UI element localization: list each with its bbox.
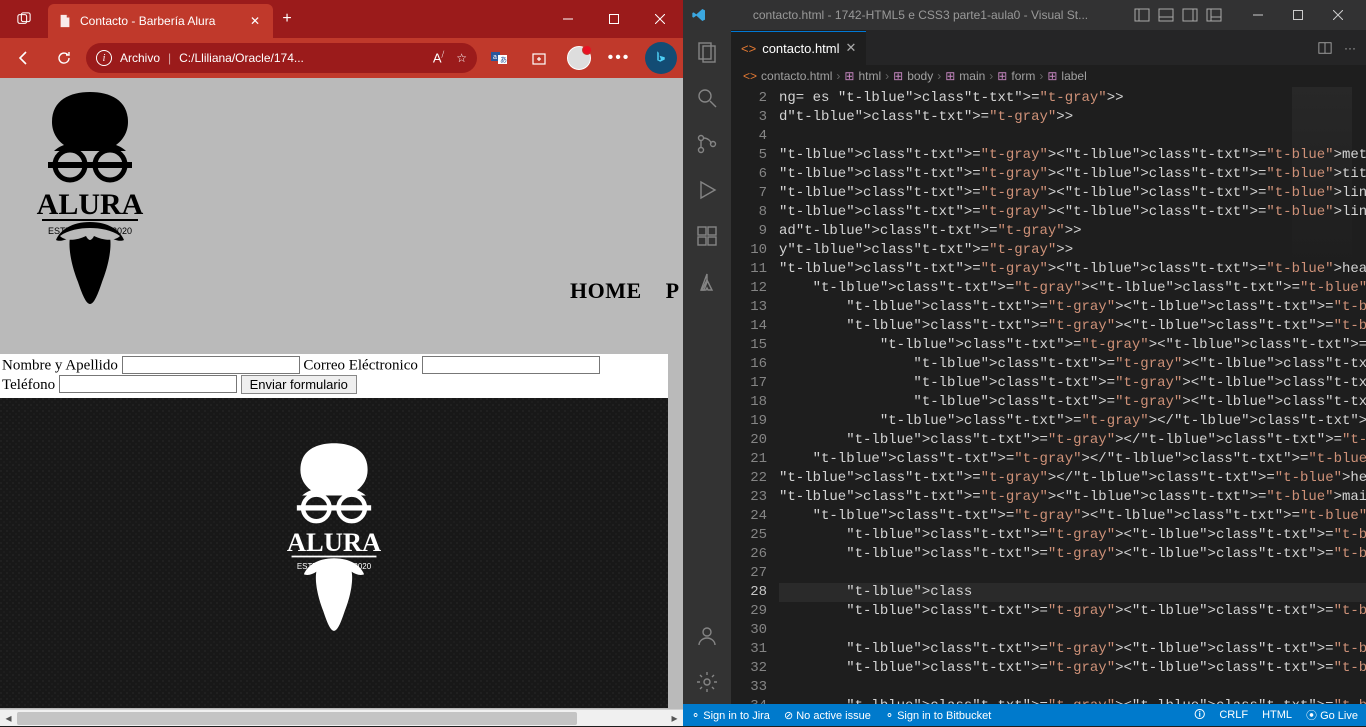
run-debug-icon[interactable] bbox=[695, 178, 719, 202]
tab-actions-button[interactable] bbox=[0, 0, 48, 38]
vscode-icon bbox=[691, 7, 707, 23]
editor-area: <> contacto.html ✕ ··· <>contacto.html› … bbox=[731, 30, 1366, 704]
svg-text:ALURA: ALURA bbox=[287, 527, 381, 557]
tab-close-icon[interactable]: ✕ bbox=[846, 40, 857, 56]
source-control-icon[interactable] bbox=[695, 132, 719, 156]
svg-text:ALURA: ALURA bbox=[37, 188, 144, 221]
layout-icon[interactable] bbox=[1206, 7, 1222, 23]
split-editor-icon[interactable] bbox=[1318, 41, 1332, 55]
maximize-button[interactable] bbox=[1278, 0, 1318, 30]
back-button[interactable] bbox=[6, 42, 42, 74]
minimize-button[interactable] bbox=[545, 0, 591, 38]
reading-mode-icon[interactable]: A⧸ bbox=[433, 50, 444, 65]
label-name: Nombre y Apellido bbox=[2, 358, 118, 374]
code-editor[interactable]: 2345678910111213141516171819202122232425… bbox=[731, 87, 1366, 704]
scroll-track[interactable] bbox=[17, 710, 666, 727]
new-tab-button[interactable]: + bbox=[273, 10, 301, 28]
close-button[interactable] bbox=[637, 0, 683, 38]
breadcrumb[interactable]: <>contacto.html› ⊞html› ⊞body› ⊞main› ⊞f… bbox=[731, 65, 1366, 87]
status-crlf[interactable]: CRLF bbox=[1219, 709, 1248, 721]
status-bar: ⚬ Sign in to Jira ⊘ No active issue ⚬ Si… bbox=[683, 704, 1366, 726]
input-name[interactable] bbox=[122, 356, 300, 374]
alura-logo-black: ALURA ESTD 2020 bbox=[20, 86, 160, 346]
page-nav: HOME P bbox=[570, 278, 683, 304]
collections-icon[interactable] bbox=[521, 42, 557, 74]
nav-products-partial[interactable]: P bbox=[666, 278, 680, 303]
status-bitbucket[interactable]: ⚬ Sign in to Bitbucket bbox=[885, 709, 991, 722]
activity-bar bbox=[683, 30, 731, 704]
html-file-icon: <> bbox=[741, 41, 756, 56]
label-email: Correo Eléctronico bbox=[303, 358, 418, 374]
page-viewport[interactable]: ALURA ESTD 2020 HOME P Nombre y Apellido bbox=[0, 78, 683, 709]
addr-path: C:/Lliliana/Oracle/174... bbox=[179, 51, 304, 65]
vscode-titlebar: contacto.html - 1742-HTML5 e CSS3 parte1… bbox=[683, 0, 1366, 30]
minimize-button[interactable] bbox=[1238, 0, 1278, 30]
translate-icon[interactable]: aあ bbox=[481, 42, 517, 74]
submit-button[interactable] bbox=[241, 375, 357, 394]
scroll-right-button[interactable]: ▸ bbox=[666, 710, 683, 727]
refresh-button[interactable] bbox=[46, 42, 82, 74]
search-icon[interactable] bbox=[695, 86, 719, 110]
edge-browser-window: Contacto - Barbería Alura ✕ + i Archivo … bbox=[0, 0, 683, 726]
vscode-window-controls bbox=[1238, 0, 1358, 30]
tab-title: Contacto - Barbería Alura bbox=[80, 14, 239, 28]
svg-text:あ: あ bbox=[500, 56, 507, 64]
bing-chat-button[interactable] bbox=[645, 42, 677, 74]
status-notifications-icon[interactable]: 🛈 bbox=[1194, 706, 1205, 725]
panel-right-icon[interactable] bbox=[1182, 7, 1198, 23]
window-controls bbox=[545, 0, 683, 38]
address-bar[interactable]: i Archivo | C:/Lliliana/Oracle/174... A⧸… bbox=[86, 43, 477, 73]
more-actions-icon[interactable]: ··· bbox=[1344, 41, 1356, 55]
editor-tab-contacto[interactable]: <> contacto.html ✕ bbox=[731, 30, 866, 65]
settings-gear-icon[interactable] bbox=[695, 670, 719, 694]
editor-tabs: <> contacto.html ✕ ··· bbox=[731, 30, 1366, 65]
status-lang[interactable]: HTML bbox=[1262, 709, 1292, 721]
scroll-thumb[interactable] bbox=[17, 712, 577, 725]
layout-controls bbox=[1134, 7, 1222, 23]
panel-left-icon[interactable] bbox=[1134, 7, 1150, 23]
tab-label: contacto.html bbox=[762, 41, 839, 56]
line-gutter: 2345678910111213141516171819202122232425… bbox=[731, 87, 779, 704]
tab-strip: Contacto - Barbería Alura ✕ + bbox=[0, 0, 301, 38]
label-phone: Teléfono bbox=[2, 377, 55, 393]
scroll-left-button[interactable]: ◂ bbox=[0, 710, 17, 727]
input-phone[interactable] bbox=[59, 375, 237, 393]
panel-bottom-icon[interactable] bbox=[1158, 7, 1174, 23]
profile-button[interactable] bbox=[561, 42, 597, 74]
edge-titlebar: Contacto - Barbería Alura ✕ + bbox=[0, 0, 683, 38]
svg-text:a: a bbox=[493, 54, 497, 61]
avatar bbox=[567, 46, 591, 70]
addr-prefix: Archivo bbox=[120, 51, 160, 65]
close-button[interactable] bbox=[1318, 0, 1358, 30]
edge-toolbar: i Archivo | C:/Lliliana/Oracle/174... A⧸… bbox=[0, 38, 683, 78]
status-golive[interactable]: ⦿ Go Live bbox=[1306, 707, 1358, 723]
status-issue[interactable]: ⊘ No active issue bbox=[784, 709, 871, 722]
favorite-icon[interactable]: ☆ bbox=[456, 51, 467, 65]
site-info-icon[interactable]: i bbox=[96, 50, 112, 66]
alura-logo-white: ALURA ESTD 2020 bbox=[269, 438, 399, 668]
vscode-window: contacto.html - 1742-HTML5 e CSS3 parte1… bbox=[683, 0, 1366, 726]
file-icon bbox=[58, 14, 72, 28]
window-title: contacto.html - 1742-HTML5 e CSS3 parte1… bbox=[715, 8, 1126, 22]
browser-tab-active[interactable]: Contacto - Barbería Alura ✕ bbox=[48, 4, 273, 38]
account-icon[interactable] bbox=[695, 624, 719, 648]
horizontal-scrollbar[interactable]: ◂ ▸ bbox=[0, 709, 683, 726]
code-content[interactable]: ng= es "t-lblue">class"t-txt">="t-gray">… bbox=[779, 89, 1366, 704]
more-button[interactable]: ••• bbox=[601, 42, 637, 74]
status-jira[interactable]: ⚬ Sign in to Jira bbox=[691, 709, 770, 722]
page-footer: ALURA ESTD 2020 bbox=[0, 398, 668, 708]
extensions-icon[interactable] bbox=[695, 224, 719, 248]
contact-form: Nombre y Apellido Correo Eléctronico Tel… bbox=[0, 354, 668, 398]
explorer-icon[interactable] bbox=[695, 40, 719, 64]
maximize-button[interactable] bbox=[591, 0, 637, 38]
nav-home[interactable]: HOME bbox=[570, 278, 642, 303]
tab-close-button[interactable]: ✕ bbox=[247, 13, 263, 29]
input-email[interactable] bbox=[422, 356, 600, 374]
page-header: ALURA ESTD 2020 HOME P bbox=[0, 78, 668, 354]
atlassian-icon[interactable] bbox=[695, 270, 719, 294]
